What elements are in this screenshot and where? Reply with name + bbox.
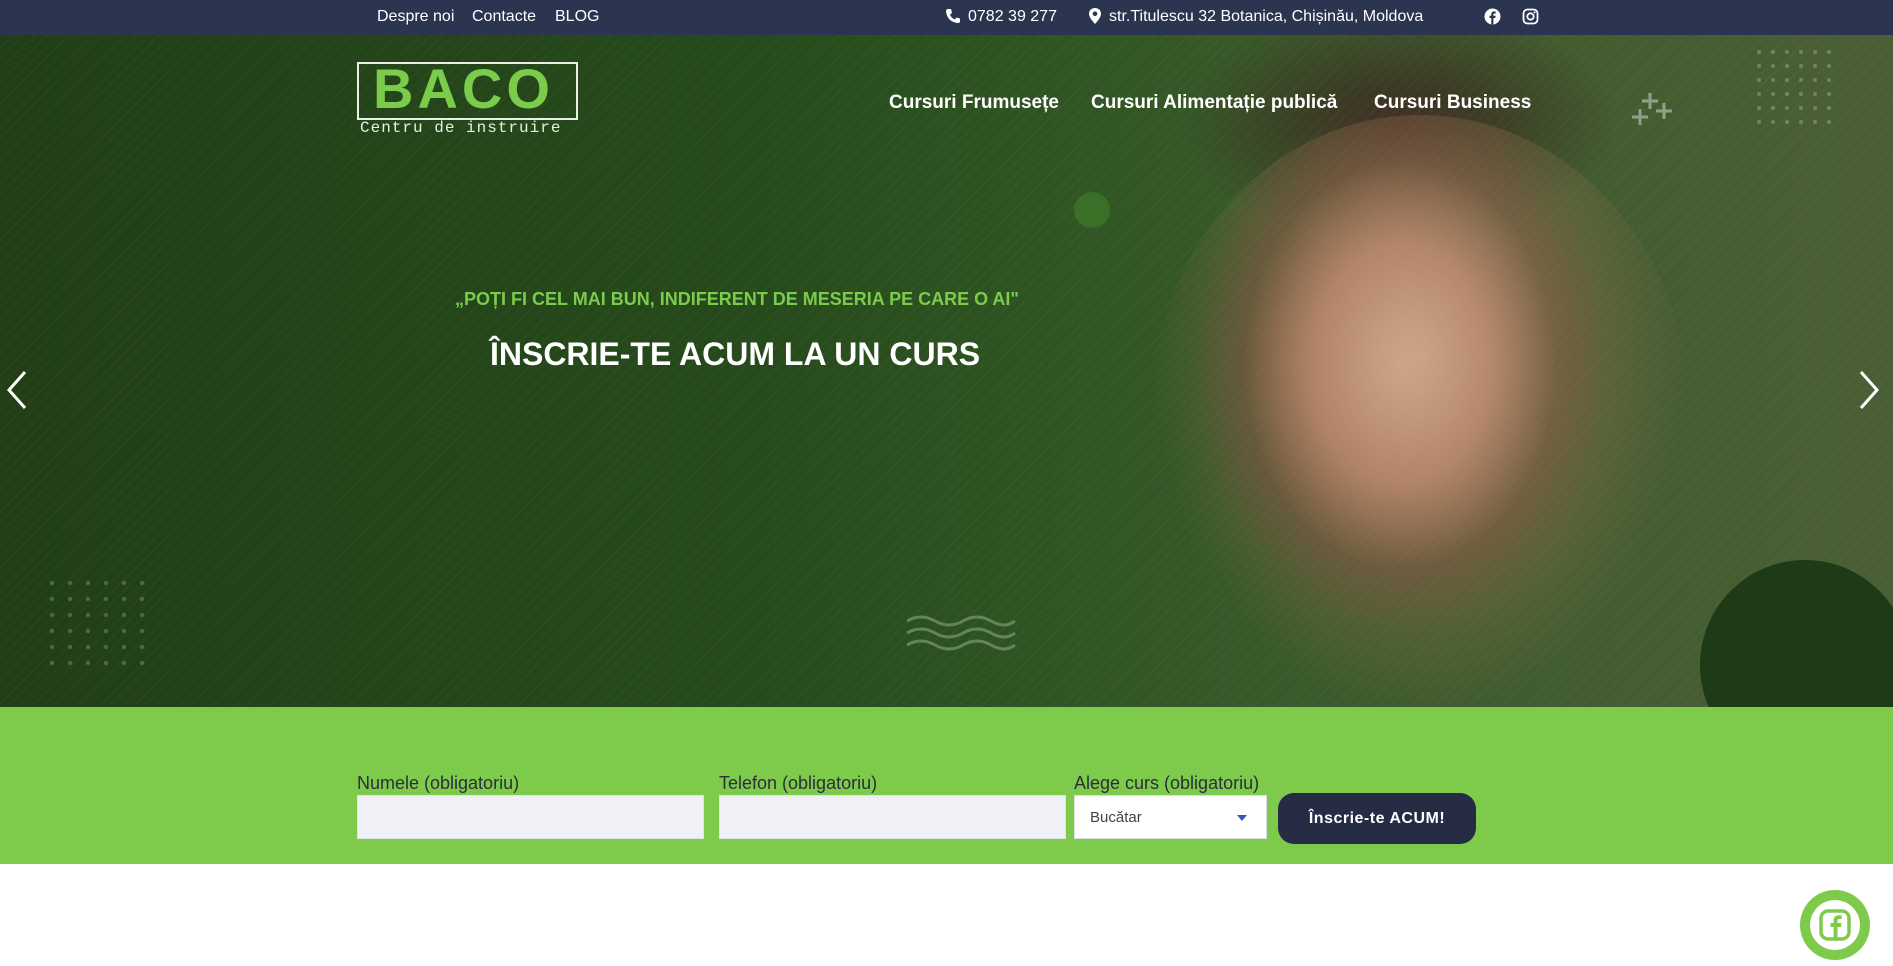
wave-decoration [906, 615, 1016, 651]
submit-signup-button[interactable]: Înscrie-te ACUM! [1278, 793, 1476, 844]
facebook-icon[interactable] [1484, 8, 1501, 25]
logo-tagline: Centru de instruire [360, 119, 562, 137]
hero-title: ÎNSCRIE-TE ACUM LA UN CURS [489, 336, 981, 372]
topbar-link-contacte[interactable]: Contacte [472, 8, 536, 26]
hero-slider: „POȚI FI CEL MAI BUN, INDIFERENT DE MESE… [0, 35, 1893, 707]
map-pin-icon [1089, 8, 1101, 24]
phone-input[interactable] [719, 795, 1066, 839]
topbar-link-blog[interactable]: BLOG [555, 8, 599, 26]
chevron-down-icon [1237, 815, 1247, 821]
baco-logo[interactable]: BACO Centru de instruire [357, 58, 578, 137]
nav-cursuri-alimentatie[interactable]: Cursuri Alimentație publică [1091, 92, 1337, 114]
nav-cursuri-frumusete[interactable]: Cursuri Frumusețe [889, 92, 1059, 114]
logo-name: BACO [373, 57, 554, 120]
signup-form-band [0, 707, 1893, 864]
name-field-label: Numele (obligatoriu) [357, 773, 520, 793]
dots-pattern-bottom [49, 580, 145, 666]
topbar-link-despre-noi[interactable]: Despre noi [377, 8, 454, 26]
dots-pattern-top [1757, 50, 1831, 124]
course-select-value: Bucătar [1090, 809, 1142, 826]
hero-model-image [1150, 115, 1690, 707]
slider-next-arrow[interactable] [1857, 370, 1881, 410]
course-select[interactable]: Bucătar [1074, 795, 1267, 839]
top-bar: Despre noi Contacte BLOG 0782 39 277 str… [0, 0, 1893, 35]
plus-decoration [1632, 93, 1672, 125]
hero-quote: „POȚI FI CEL MAI BUN, INDIFERENT DE MESE… [455, 289, 1019, 309]
nav-cursuri-business[interactable]: Cursuri Business [1374, 92, 1531, 114]
course-field-label: Alege curs (obligatoriu) [1074, 773, 1260, 793]
slider-prev-arrow[interactable] [5, 370, 29, 410]
decorative-dot [1074, 192, 1110, 228]
floating-facebook-circle [1810, 900, 1860, 950]
name-input[interactable] [357, 795, 704, 839]
instagram-icon[interactable] [1522, 8, 1539, 25]
phone-icon [946, 9, 960, 23]
floating-facebook-button[interactable] [1800, 890, 1870, 960]
topbar-phone[interactable]: 0782 39 277 [968, 8, 1057, 26]
topbar-address: str.Titulescu 32 Botanica, Chișinău, Mol… [1109, 8, 1424, 25]
facebook-icon [1819, 909, 1851, 941]
phone-field-label: Telefon (obligatoriu) [719, 773, 878, 793]
